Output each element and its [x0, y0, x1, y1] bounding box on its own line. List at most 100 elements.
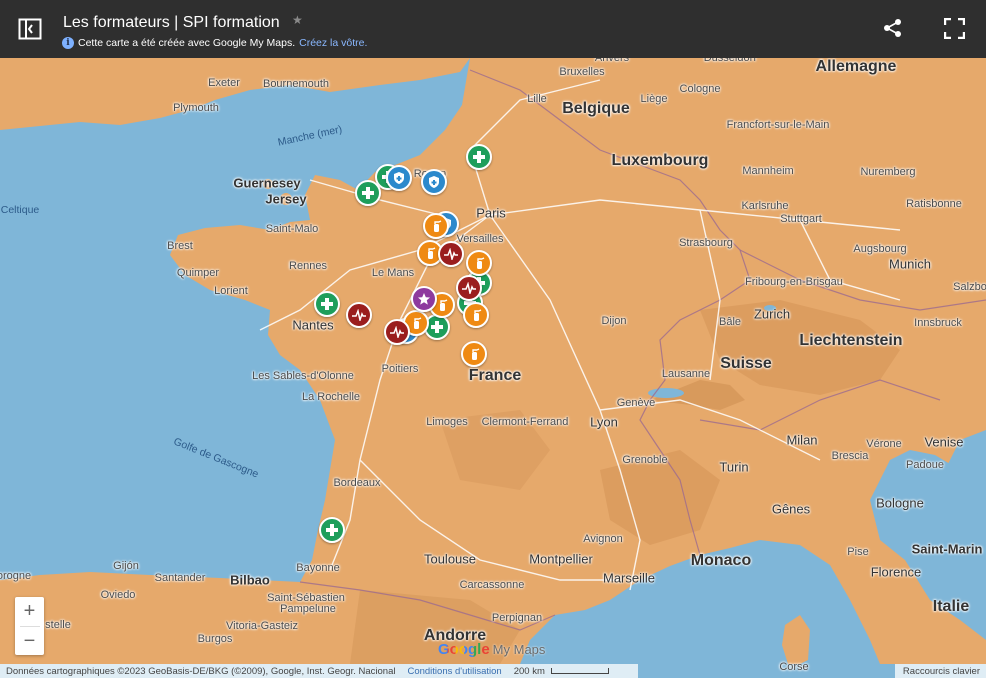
- label-innsbruck: Innsbruck: [914, 317, 962, 329]
- marker-green-cross[interactable]: [314, 291, 340, 317]
- label-belgique: Belgique: [562, 100, 630, 117]
- label-lausanne: Lausanne: [661, 368, 711, 380]
- label-versailles: Versailles: [456, 233, 504, 245]
- label-stuttgart: Stuttgart: [780, 213, 822, 225]
- label-francfort: Francfort-sur-le-Main: [726, 119, 830, 131]
- label-montpellier: Montpellier: [529, 551, 593, 567]
- label-carcassonne: Carcassonne: [459, 579, 525, 591]
- label-le-mans: Le Mans: [371, 267, 415, 279]
- label-milan: Milan: [786, 432, 818, 448]
- label-brescia: Brescia: [831, 450, 869, 462]
- label-monaco: Monaco: [690, 552, 752, 569]
- marker-blue-shield[interactable]: [386, 165, 412, 191]
- marker-green-cross[interactable]: [319, 517, 345, 543]
- zoom-controls: + −: [15, 597, 44, 655]
- label-mannheim: Mannheim: [742, 165, 794, 177]
- label-burgos: Burgos: [197, 633, 233, 645]
- label-strasbourg: Strasbourg: [679, 237, 733, 249]
- label-corogne: orogne: [0, 570, 32, 582]
- label-bologne: Bologne: [876, 495, 924, 511]
- label-turin: Turin: [719, 459, 749, 475]
- label-venise: Venise: [924, 434, 964, 450]
- label-luxembourg: Luxembourg: [611, 152, 709, 169]
- marker-red-pulse[interactable]: [384, 319, 410, 345]
- label-saint-malo: Saint-Malo: [265, 223, 319, 235]
- label-france: France: [468, 367, 522, 384]
- label-suisse: Suisse: [720, 355, 772, 372]
- label-toulouse: Toulouse: [423, 551, 477, 567]
- create-map-link[interactable]: Créez la vôtre.: [299, 37, 367, 49]
- label-florence: Florence: [870, 564, 922, 580]
- label-allemagne: Allemagne: [815, 58, 897, 75]
- label-pise: Pise: [847, 546, 869, 558]
- label-verone: Vérone: [866, 438, 902, 450]
- label-bruxelles: Bruxelles: [559, 66, 605, 78]
- zoom-out-button[interactable]: −: [15, 627, 44, 656]
- subtitle-text: Cette carte a été créée avec Google My M…: [78, 37, 296, 49]
- label-guernesey: Guernesey: [233, 175, 301, 191]
- label-santander: Santander: [154, 572, 206, 584]
- label-munich: Munich: [889, 256, 931, 272]
- label-vitoria: Vitoria-Gasteiz: [226, 620, 298, 632]
- label-gijon: Gijón: [113, 560, 139, 572]
- label-bordeaux: Bordeaux: [333, 477, 381, 489]
- label-pampelune: Pampelune: [280, 603, 336, 615]
- google-my-maps-logo: Google My Maps: [438, 641, 545, 658]
- label-la-rochelle: La Rochelle: [301, 391, 361, 403]
- map-subtitle: i Cette carte a été créée avec Google My…: [62, 37, 367, 49]
- map-header: Les formateurs | SPI formation ★ i Cette…: [0, 0, 986, 58]
- info-icon: i: [62, 37, 74, 49]
- label-brest: Brest: [167, 240, 193, 252]
- label-bilbao: Bilbao: [230, 572, 270, 588]
- marker-purple-star[interactable]: [411, 286, 437, 312]
- label-poitiers: Poitiers: [381, 363, 419, 375]
- label-genes: Gênes: [771, 501, 811, 517]
- marker-green-cross[interactable]: [466, 144, 492, 170]
- marker-orange-extinguisher[interactable]: [466, 250, 492, 276]
- label-dijon: Dijon: [601, 315, 627, 327]
- marker-blue-shield[interactable]: [421, 169, 447, 195]
- share-icon[interactable]: [883, 18, 903, 38]
- marker-orange-extinguisher[interactable]: [463, 302, 489, 328]
- scale-bar: [550, 668, 609, 674]
- label-paris: Paris: [476, 205, 506, 221]
- marker-red-pulse[interactable]: [456, 275, 482, 301]
- label-avignon: Avignon: [583, 533, 623, 545]
- map-data-attribution: Données cartographiques ©2023 GeoBasis-D…: [6, 665, 396, 677]
- scale-label: 200 km: [513, 665, 545, 677]
- label-saint-marin: Saint-Marin: [911, 541, 983, 557]
- label-zurich: Zurich: [753, 306, 791, 322]
- my-maps-viewer: Les formateurs | SPI formation ★ i Cette…: [0, 0, 986, 678]
- label-nantes: Nantes: [292, 317, 334, 333]
- label-celtique: Celtique: [0, 204, 40, 216]
- label-augsbourg: Augsbourg: [853, 243, 907, 255]
- label-lorient: Lorient: [214, 285, 248, 297]
- label-geneve: Genève: [616, 397, 656, 409]
- label-bayonne: Bayonne: [296, 562, 340, 574]
- marker-orange-extinguisher[interactable]: [461, 341, 487, 367]
- marker-orange-extinguisher[interactable]: [423, 213, 449, 239]
- label-ratisbonne: Ratisbonne: [906, 198, 962, 210]
- my-maps-text: My Maps: [492, 642, 546, 657]
- label-karlsruhe: Karlsruhe: [741, 200, 789, 212]
- star-icon[interactable]: ★: [292, 13, 303, 27]
- label-plymouth: Plymouth: [173, 102, 219, 114]
- keyboard-shortcuts-link[interactable]: Raccourcis clavier: [903, 666, 980, 677]
- shortcuts-bar: Raccourcis clavier: [895, 664, 986, 678]
- label-sables: Les Sables-d'Olonne: [252, 370, 354, 382]
- marker-red-pulse[interactable]: [438, 241, 464, 267]
- map-title: Les formateurs | SPI formation: [63, 14, 280, 31]
- label-jersey: Jersey: [265, 191, 307, 207]
- marker-green-cross[interactable]: [355, 180, 381, 206]
- terms-link[interactable]: Conditions d'utilisation: [407, 666, 501, 677]
- marker-red-pulse[interactable]: [346, 302, 372, 328]
- label-clermont: Clermont-Ferrand: [481, 416, 569, 428]
- label-fribourg: Fribourg-en-Brisgau: [745, 276, 843, 288]
- label-padoue: Padoue: [906, 459, 944, 471]
- label-perpignan: Perpignan: [491, 612, 543, 624]
- google-logo-text: Google: [438, 641, 490, 658]
- map-canvas[interactable]: Allemagne Belgique Luxembourg France Sui…: [0, 52, 986, 678]
- panel-toggle-icon[interactable]: [18, 18, 42, 40]
- zoom-in-button[interactable]: +: [15, 597, 44, 626]
- fullscreen-icon[interactable]: [944, 18, 965, 39]
